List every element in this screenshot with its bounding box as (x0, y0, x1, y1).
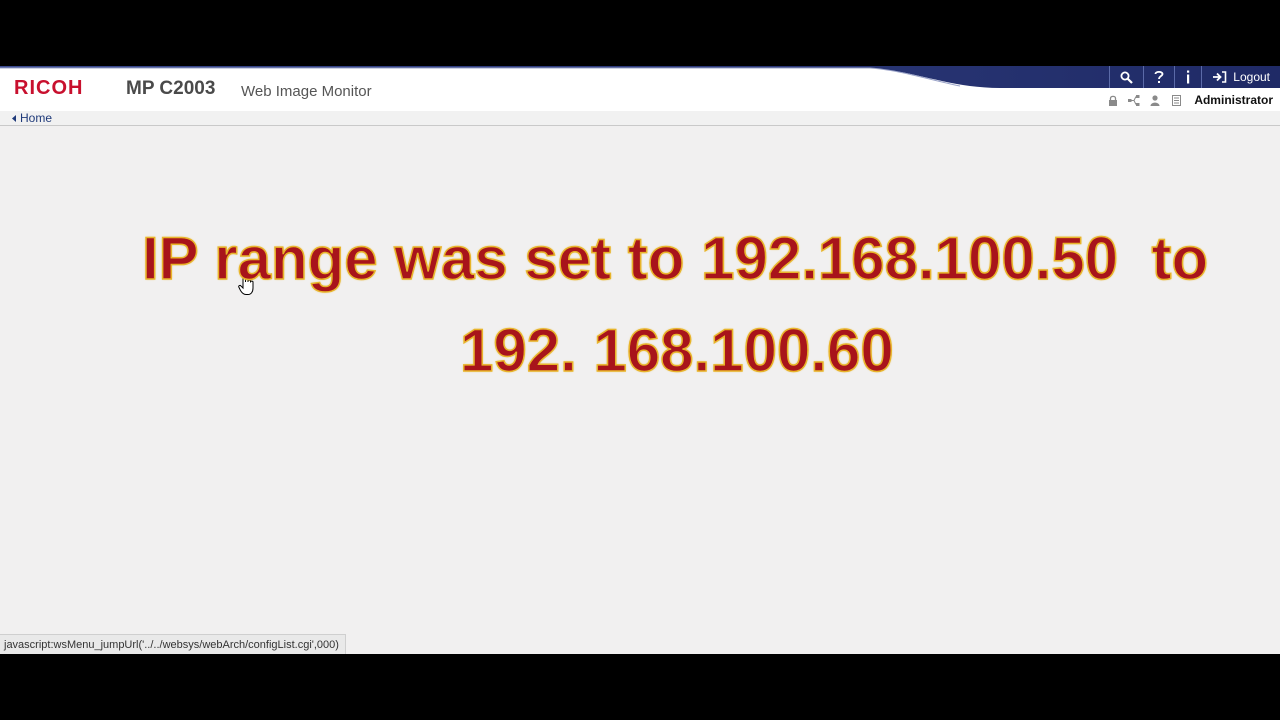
status-bar-url: javascript:wsMenu_jumpUrl('../../websys/… (0, 634, 346, 654)
browser-viewport: RICOH MP C2003 Web Image Monitor Logout … (0, 66, 1280, 654)
caption-line-2: 192. 168.100.60 (459, 316, 894, 385)
caption-line-1: IP range was set to 192.168.100.50 to (141, 224, 1209, 293)
caption-overlay: IP range was set to 192.168.100.50 to 19… (0, 66, 1280, 385)
